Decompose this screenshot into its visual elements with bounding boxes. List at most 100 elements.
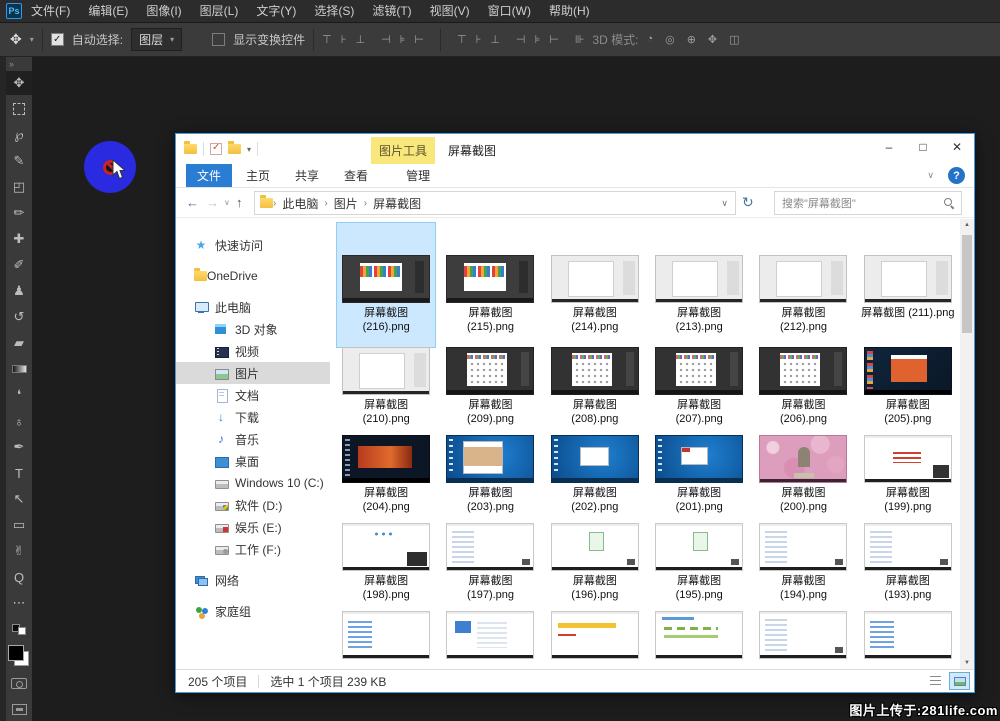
auto-select-checkbox[interactable]: ✓ — [51, 33, 64, 46]
search-input[interactable]: 搜索"屏幕截图" — [774, 191, 962, 215]
file-tile[interactable] — [650, 611, 748, 669]
eraser-tool[interactable]: ▰ — [6, 331, 32, 355]
align-icon[interactable]: ⊥ — [490, 33, 500, 46]
file-tile[interactable]: 屏幕截图 (198).png — [337, 523, 435, 611]
pen-tool[interactable]: ✒ — [6, 435, 32, 459]
sidebar-item[interactable]: 网络 — [176, 569, 330, 591]
quick-mask-mode[interactable] — [6, 671, 32, 695]
align-icon[interactable]: ⊢ — [414, 33, 424, 46]
sidebar-item[interactable]: 下载 — [176, 406, 330, 428]
sidebar-item[interactable]: 桌面 — [176, 450, 330, 472]
folder-icon[interactable] — [184, 144, 197, 154]
tool-preset-caret-icon[interactable]: ▾ — [30, 35, 34, 44]
file-tile[interactable] — [754, 611, 852, 669]
file-tile[interactable]: 屏幕截图 (199).png — [859, 435, 957, 523]
file-tile[interactable]: 屏幕截图 (196).png — [546, 523, 644, 611]
path-select-tool[interactable]: ↖ — [6, 487, 32, 511]
sidebar-item[interactable]: 快速访问 — [176, 234, 330, 256]
file-tile[interactable]: 屏幕截图 (197).png — [441, 523, 539, 611]
file-tile[interactable]: 屏幕截图 (212).png — [754, 223, 852, 347]
minimize-button[interactable]: – — [872, 134, 906, 160]
align-icon[interactable]: ⊥ — [355, 33, 365, 46]
sidebar-item[interactable]: 音乐 — [176, 428, 330, 450]
file-tile[interactable]: 屏幕截图 (202).png — [546, 435, 644, 523]
forward-button[interactable]: → — [206, 195, 219, 210]
align-icon[interactable]: ⊤ — [322, 33, 332, 46]
file-tile[interactable] — [441, 611, 539, 669]
file-tile[interactable]: 屏幕截图 (203).png — [441, 435, 539, 523]
close-button[interactable]: ✕ — [940, 134, 974, 160]
hand-tool[interactable]: ✌ — [6, 539, 32, 563]
file-tile[interactable]: 屏幕截图 (215).png — [441, 223, 539, 347]
ps-menu-item[interactable]: 窗口(W) — [479, 0, 540, 22]
ps-menu-item[interactable]: 编辑(E) — [79, 0, 137, 22]
brush-tool[interactable]: ✐ — [6, 253, 32, 277]
gradient-tool[interactable] — [6, 357, 32, 381]
sidebar-item[interactable]: 3D 对象 — [176, 318, 330, 340]
up-button[interactable]: ↑ — [236, 195, 243, 210]
scrollbar[interactable]: ▲ ▼ — [960, 219, 974, 669]
shape-tool[interactable]: ▭ — [6, 513, 32, 537]
sidebar-item[interactable]: 工作 (F:) — [176, 538, 330, 560]
align-icon[interactable]: ⊦ — [341, 33, 347, 46]
new-folder-icon[interactable] — [228, 144, 241, 154]
ps-menu-item[interactable]: 图像(I) — [137, 0, 190, 22]
file-tile[interactable]: 屏幕截图 (208).png — [546, 347, 644, 435]
file-tile[interactable]: 屏幕截图 (216).png — [337, 223, 435, 347]
quick-select-tool[interactable]: ✎ — [6, 149, 32, 173]
back-button[interactable]: ← — [186, 195, 199, 210]
sidebar-item[interactable]: 家庭组 — [176, 600, 330, 622]
tab-file[interactable]: 文件 — [186, 164, 232, 187]
crop-tool[interactable]: ◰ — [6, 175, 32, 199]
scroll-up-icon[interactable]: ▲ — [960, 222, 974, 228]
help-button[interactable]: ? — [948, 167, 965, 184]
swap-swatches[interactable] — [6, 617, 32, 641]
tab-1[interactable]: 主页 — [235, 164, 281, 187]
scroll-down-icon[interactable]: ▼ — [960, 660, 974, 666]
file-tile[interactable]: 屏幕截图 (206).png — [754, 347, 852, 435]
sidebar-item[interactable]: 图片 — [176, 362, 330, 384]
align-icon[interactable]: ⊢ — [549, 33, 559, 46]
thumbnail-view-button[interactable] — [949, 672, 970, 690]
details-view-button[interactable] — [925, 672, 946, 690]
history-brush-tool[interactable]: ↺ — [6, 305, 32, 329]
breadcrumb-segment[interactable]: 屏幕截图 — [367, 195, 427, 212]
file-tile[interactable] — [337, 611, 435, 669]
align-icon[interactable]: ⊤ — [457, 33, 467, 46]
file-tile[interactable]: 屏幕截图 (201).png — [650, 435, 748, 523]
dodge-tool[interactable]: ♁ — [6, 409, 32, 433]
file-tile[interactable]: 屏幕截图 (205).png — [859, 347, 957, 435]
align-icon[interactable]: ⊣ — [516, 33, 526, 46]
align-icon[interactable]: ⊧ — [400, 33, 406, 46]
type-tool[interactable]: T — [6, 461, 32, 485]
file-tile[interactable]: 屏幕截图 (194).png — [754, 523, 852, 611]
marquee-tool[interactable] — [6, 97, 32, 121]
3d-mode-icon[interactable]: ✥ — [708, 33, 717, 46]
properties-check-icon[interactable] — [210, 143, 222, 155]
recent-locations-caret-icon[interactable]: ∨ — [224, 198, 230, 207]
sidebar-item[interactable]: 文档 — [176, 384, 330, 406]
lasso-tool[interactable]: ℘ — [6, 123, 32, 147]
more-tools[interactable]: ⋯ — [6, 591, 32, 615]
tab-3[interactable]: 查看 — [333, 164, 379, 187]
sidebar-item[interactable]: 软件 (D:) — [176, 494, 330, 516]
tab-4[interactable]: 管理 — [395, 164, 441, 187]
explorer-titlebar[interactable]: ▾ 图片工具 屏幕截图 – □ ✕ — [176, 134, 974, 164]
ps-menu-item[interactable]: 文字(Y) — [247, 0, 305, 22]
contextual-tab-picture-tools[interactable]: 图片工具 — [371, 137, 435, 164]
file-tile[interactable]: 屏幕截图 (200).png — [754, 435, 852, 523]
3d-mode-icon[interactable]: ◎ — [665, 33, 675, 46]
maximize-button[interactable]: □ — [906, 134, 940, 160]
eyedropper-tool[interactable]: ✏ — [6, 201, 32, 225]
ps-menu-item[interactable]: 帮助(H) — [540, 0, 599, 22]
show-transform-checkbox[interactable] — [212, 33, 225, 46]
sidebar-item[interactable]: 视频 — [176, 340, 330, 362]
ribbon-expand-caret-icon[interactable]: ∨ — [927, 170, 934, 181]
align-icon[interactable]: ⊧ — [535, 33, 541, 46]
file-tile[interactable]: 屏幕截图 (214).png — [546, 223, 644, 347]
sidebar-item[interactable]: 此电脑 — [176, 296, 330, 318]
ps-menu-item[interactable]: 滤镜(T) — [363, 0, 420, 22]
blur-tool[interactable]: ❛ — [6, 383, 32, 407]
refresh-button[interactable]: ↻ — [742, 194, 754, 211]
file-tile[interactable] — [546, 611, 644, 669]
